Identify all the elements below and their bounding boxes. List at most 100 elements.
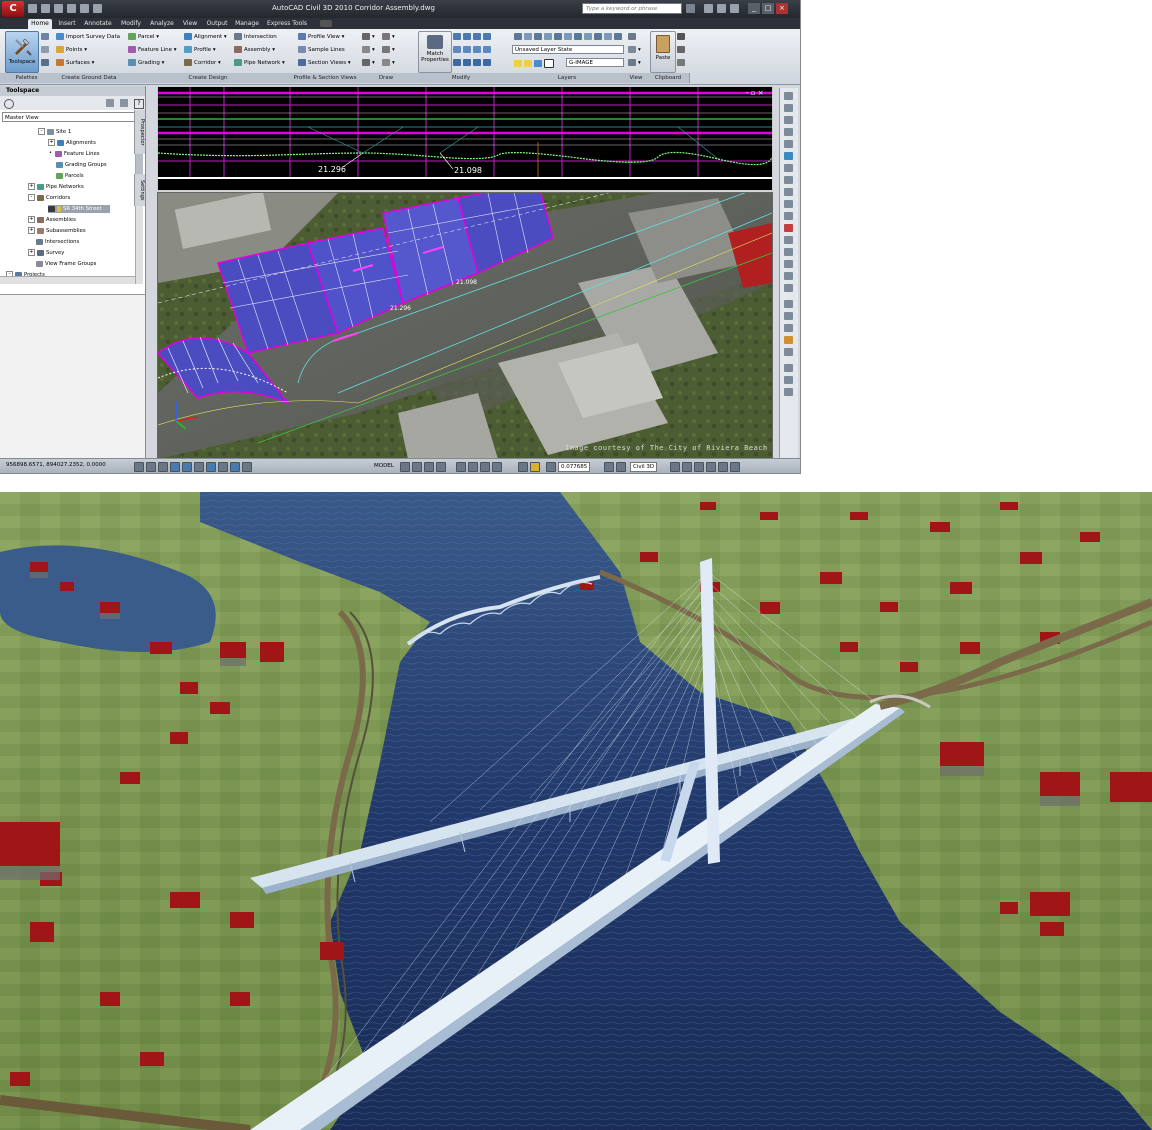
open-file-icon[interactable] [41, 4, 50, 13]
tree-item-intersections[interactable]: Intersections [36, 238, 79, 246]
tab-home[interactable]: Home [28, 19, 52, 29]
toolspace-button[interactable]: Toolspace [5, 31, 39, 73]
tree-item-pipe-networks[interactable]: + Pipe Networks [28, 183, 84, 191]
match-properties-button[interactable]: Match Properties [418, 31, 452, 73]
help-icon[interactable]: ? [134, 99, 144, 109]
layout-icon-3[interactable] [424, 462, 434, 472]
otrack-icon[interactable] [194, 462, 204, 472]
tree-item-alignments[interactable]: + Alignments [48, 139, 96, 147]
annotation-scale-dropdown[interactable]: 0.077685 [558, 462, 591, 472]
favorites-icon[interactable] [717, 4, 726, 13]
tool-icon-10[interactable] [784, 200, 793, 208]
tree-item-parcels[interactable]: Parcels [56, 172, 84, 180]
autoscale-icon[interactable] [616, 462, 626, 472]
undo-icon[interactable] [80, 4, 89, 13]
polar-icon[interactable] [170, 462, 180, 472]
isolate-icon[interactable] [682, 462, 692, 472]
status-menu-icon[interactable] [706, 462, 716, 472]
model-space-toggle[interactable]: MODEL [374, 462, 394, 470]
minimize-ribbon-icon[interactable] [320, 20, 332, 27]
hardware-icon[interactable] [718, 462, 728, 472]
annotation-scale-icon[interactable] [530, 462, 540, 472]
corridor-button[interactable]: Corridor ▾ [184, 59, 221, 67]
panel-palettes[interactable]: Palettes [0, 73, 54, 83]
tab-view[interactable]: View [179, 19, 201, 29]
showmotion-icon[interactable] [492, 462, 502, 472]
tool-icon-18[interactable] [784, 300, 793, 308]
lineweight-icon[interactable] [230, 462, 240, 472]
copy-base-tool[interactable] [677, 59, 687, 67]
tree-item-feature-lines[interactable]: • Feature Lines [48, 150, 100, 158]
panel-clipboard[interactable]: Clipboard [647, 73, 690, 83]
ducs-icon[interactable] [206, 462, 216, 472]
pan-tool[interactable]: ▾ [628, 46, 641, 54]
search-input[interactable]: Type a keyword or phrase [582, 3, 682, 14]
tab-insert[interactable]: Insert [55, 19, 79, 29]
layout-icon-1[interactable] [400, 462, 410, 472]
panel-draw[interactable]: Draw [359, 73, 414, 83]
tree-item-subassemblies[interactable]: + Subassemblies [28, 227, 86, 235]
panel-modify[interactable]: Modify [413, 73, 510, 83]
intersection-button[interactable]: Intersection [234, 33, 277, 41]
close-button[interactable]: × [776, 3, 788, 14]
tab-annotate[interactable]: Annotate [82, 19, 114, 29]
tab-analyze[interactable]: Analyze [148, 19, 176, 29]
panel-layers[interactable]: Layers [509, 73, 626, 83]
ortho-icon[interactable] [158, 462, 168, 472]
settings-tab[interactable]: Settings [134, 174, 145, 206]
parcel-button[interactable]: Parcel ▾ [128, 33, 159, 41]
tray-icon[interactable] [730, 462, 740, 472]
grading-button[interactable]: Grading ▾ [128, 59, 164, 67]
circle-tool[interactable]: ▾ [382, 46, 395, 54]
profile-button[interactable]: Profile ▾ [184, 46, 216, 54]
palette-icon-b[interactable] [41, 46, 51, 54]
panel-view[interactable]: View [625, 73, 648, 83]
annotation-icon[interactable] [518, 462, 528, 472]
tree-item-assemblies[interactable]: + Assemblies [28, 216, 76, 224]
panel-create-design[interactable]: Create Design [125, 73, 292, 83]
tool-icon-6[interactable] [784, 152, 793, 160]
palette-icon-a[interactable] [41, 33, 51, 41]
lock-ui-icon[interactable] [670, 462, 680, 472]
move-tool[interactable] [453, 33, 493, 41]
tool-icon-16[interactable] [784, 272, 793, 280]
tool-icon-2[interactable] [784, 104, 793, 112]
toggle-icon-b[interactable] [120, 99, 128, 107]
tool-icon-5[interactable] [784, 140, 793, 148]
redo-icon[interactable] [93, 4, 102, 13]
help-icon[interactable] [730, 4, 739, 13]
coordinates-readout[interactable]: 956898.6571, 894027.2352, 0.0000 [6, 462, 106, 468]
tool-icon-13[interactable] [784, 236, 793, 244]
search-icon[interactable] [686, 4, 695, 13]
zoom-tool[interactable]: ▾ [628, 59, 641, 67]
zoom-icon[interactable] [4, 99, 14, 109]
tab-output[interactable]: Output [204, 19, 230, 29]
clean-screen-icon[interactable] [694, 462, 704, 472]
feature-line-button[interactable]: Feature Line ▾ [128, 46, 177, 54]
annovis-icon[interactable] [604, 462, 614, 472]
viewport-controls[interactable]: - ▫ × [746, 89, 764, 97]
points-button[interactable]: Points ▾ [56, 46, 87, 54]
steering-wheel-icon[interactable] [480, 462, 490, 472]
sample-lines-button[interactable]: Sample Lines [298, 46, 345, 54]
tool-icon-8[interactable] [784, 176, 793, 184]
minimize-button[interactable]: _ [748, 3, 760, 14]
line-tool[interactable]: ▾ [362, 33, 375, 41]
current-layer-dropdown[interactable]: G-IMAGE [566, 58, 624, 67]
tool-icon-3[interactable] [784, 116, 793, 124]
plan-viewport[interactable]: 21.098 21.296 [157, 192, 773, 460]
pan-status-icon[interactable] [456, 462, 466, 472]
maximize-button[interactable]: □ [762, 3, 774, 14]
tool-icon-1[interactable] [784, 92, 793, 100]
snap-icon[interactable] [134, 462, 144, 472]
profile-view-button[interactable]: Profile View ▾ [298, 33, 344, 41]
paste-button[interactable]: Paste [650, 31, 676, 73]
layer-state-dropdown[interactable]: Unsaved Layer State [512, 45, 624, 54]
prospector-tab[interactable]: Prospector [134, 110, 145, 154]
workspace-dropdown[interactable]: Civil 3D [630, 462, 658, 472]
pipe-network-button[interactable]: Pipe Network ▾ [234, 59, 285, 67]
save-icon[interactable] [54, 4, 63, 13]
point-tool[interactable]: ▾ [362, 46, 375, 54]
toggle-icon-a[interactable] [106, 99, 114, 107]
surfaces-button[interactable]: Surfaces ▾ [56, 59, 94, 67]
